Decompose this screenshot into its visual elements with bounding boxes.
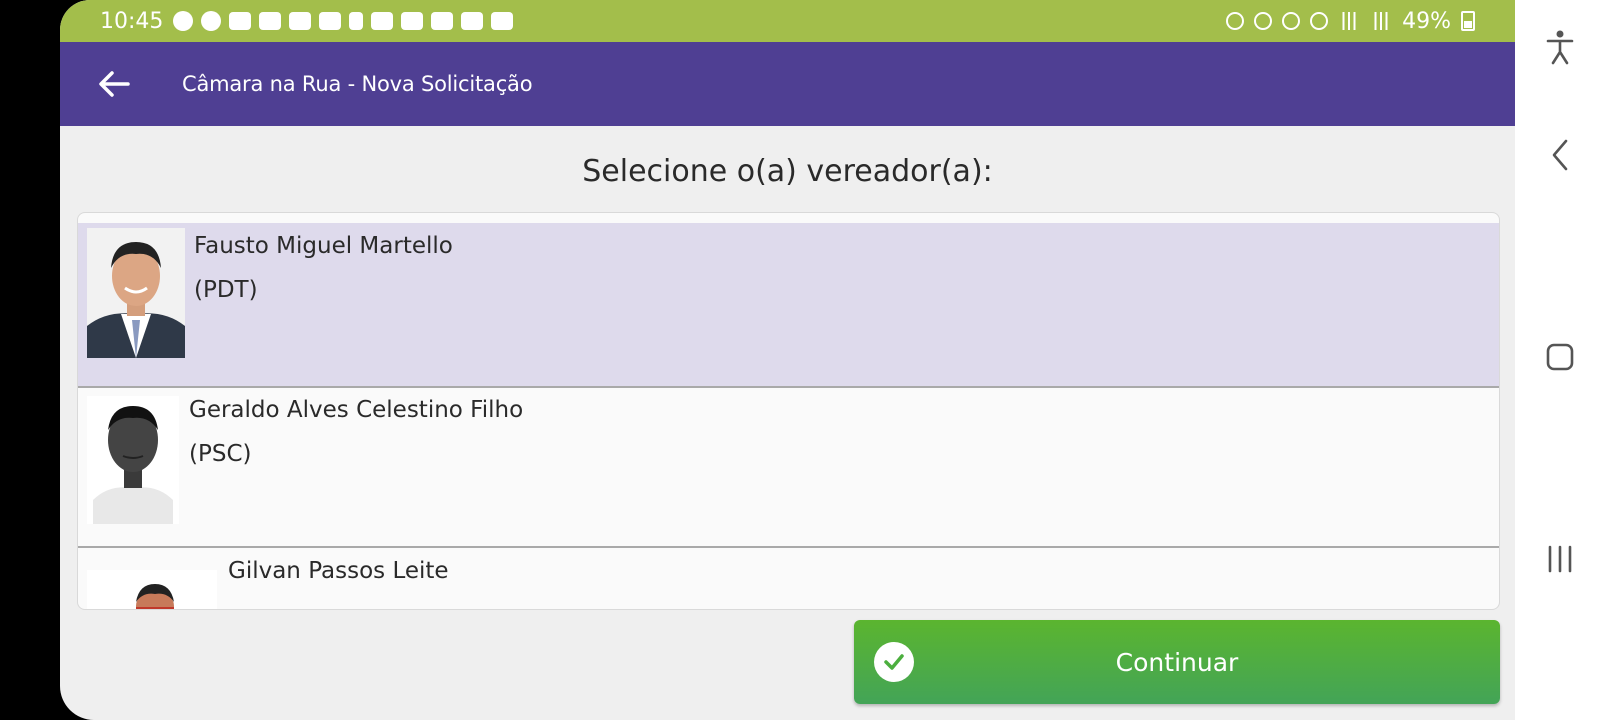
wifi-icon	[1310, 12, 1329, 30]
councilor-row[interactable]: Fausto Miguel Martello (PDT)	[78, 223, 1499, 388]
signal-icon	[1338, 12, 1361, 30]
check-circle-icon	[874, 642, 914, 682]
battery-percent: 49%	[1402, 8, 1451, 34]
councilor-photo	[87, 570, 217, 609]
councilor-name: Fausto Miguel Martello	[194, 233, 453, 259]
continue-label: Continuar	[1115, 647, 1239, 677]
bookmark-icon	[349, 12, 364, 30]
councilor-party: (PDT)	[194, 277, 258, 303]
recycle-icon	[1226, 12, 1245, 30]
councilor-row[interactable]: Geraldo Alves Celestino Filho (PSC)	[78, 388, 1499, 548]
continue-button[interactable]: Continuar	[854, 620, 1500, 704]
app-screen: 10:45 49% Câmara na Rua - Nova Solicitaç…	[60, 0, 1515, 720]
councilor-row[interactable]: Gilvan Passos Leite	[78, 548, 1499, 609]
notification-icons	[173, 11, 514, 31]
back-button[interactable]	[74, 42, 154, 126]
councilor-party: (PSC)	[189, 441, 252, 467]
youtube-icon	[289, 12, 312, 30]
page-title: Câmara na Rua - Nova Solicitação	[182, 72, 533, 96]
accessibility-icon[interactable]	[1535, 22, 1585, 72]
mute-icon	[1282, 12, 1301, 30]
battery-icon	[1461, 11, 1475, 31]
app-bar: Câmara na Rua - Nova Solicitação	[60, 42, 1515, 126]
status-time: 10:45	[100, 8, 164, 34]
recents-icon[interactable]	[1535, 534, 1585, 584]
councilor-name: Geraldo Alves Celestino Filho	[189, 397, 524, 423]
chat-bubble-icon	[173, 11, 194, 31]
handshake-icon	[201, 11, 222, 31]
selection-prompt: Selecione o(a) vereador(a):	[582, 154, 993, 189]
message-icon	[371, 12, 394, 30]
alarm-icon	[1254, 12, 1273, 30]
image-icon	[461, 12, 484, 30]
councilor-photo	[87, 396, 179, 524]
youtube-icon	[229, 12, 252, 30]
sigma-icon	[491, 12, 514, 30]
square-icon[interactable]	[1535, 332, 1585, 382]
outlook-icon	[431, 12, 454, 30]
signal-icon	[1370, 12, 1393, 30]
councilor-list[interactable]: Fausto Miguel Martello (PDT) Geraldo Alv…	[77, 212, 1500, 610]
missed-call-icon	[401, 12, 424, 30]
youtube-icon	[319, 12, 342, 30]
arrow-left-icon	[99, 71, 130, 97]
status-bar: 10:45 49%	[60, 0, 1515, 42]
youtube-icon	[259, 12, 282, 30]
councilor-name: Gilvan Passos Leite	[228, 558, 449, 584]
councilor-photo	[87, 228, 185, 358]
chevron-left-icon[interactable]	[1535, 130, 1585, 180]
status-right: 49%	[1226, 9, 1475, 34]
